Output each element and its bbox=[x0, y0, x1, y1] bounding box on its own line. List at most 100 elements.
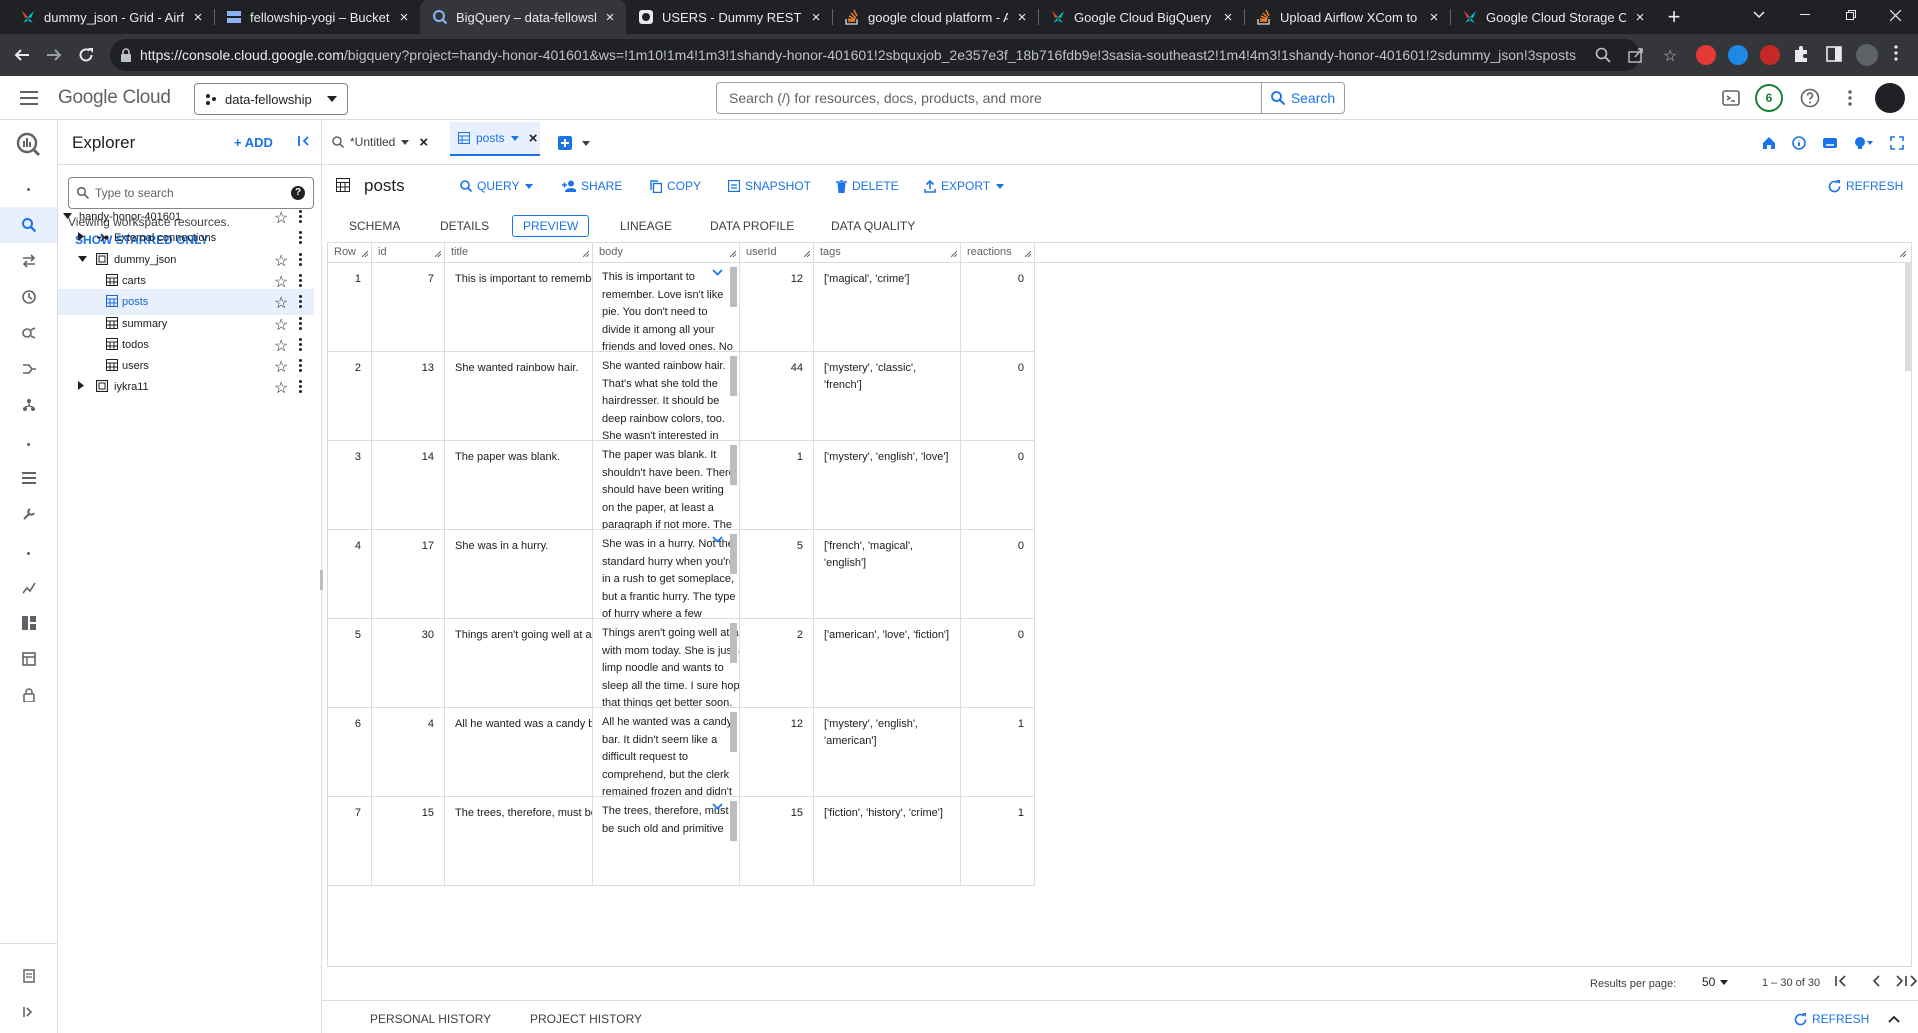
console-search-input[interactable]: Search (/) for resources, docs, products… bbox=[716, 82, 1262, 114]
chrome-menu-icon[interactable] bbox=[1894, 45, 1898, 61]
cell-body[interactable]: She was in a hurry. Not the standard hurr… bbox=[593, 530, 740, 619]
delete-button[interactable]: DELETE bbox=[836, 179, 899, 193]
column-resize-icon[interactable] bbox=[951, 251, 957, 257]
expand-chevron-icon[interactable] bbox=[712, 536, 723, 543]
rail-expand-icon[interactable] bbox=[17, 1000, 41, 1024]
column-resize-icon[interactable] bbox=[435, 251, 441, 257]
rail-search-icon[interactable] bbox=[0, 207, 57, 243]
cell-scrollbar[interactable] bbox=[730, 356, 737, 396]
bookmark-star-icon[interactable]: ☆ bbox=[1663, 46, 1677, 66]
hamburger-menu-icon[interactable] bbox=[20, 91, 38, 105]
restore-button[interactable] bbox=[1828, 0, 1874, 30]
extensions-puzzle-icon[interactable] bbox=[1792, 45, 1810, 63]
more-vert-icon[interactable] bbox=[298, 316, 302, 332]
more-vert-icon[interactable] bbox=[298, 358, 302, 374]
more-vert-icon[interactable] bbox=[298, 273, 302, 289]
more-vert-icon[interactable] bbox=[298, 337, 302, 353]
more-vert-icon[interactable] bbox=[298, 379, 302, 395]
cell-body[interactable]: She wanted rainbow hair. That's what she … bbox=[593, 352, 740, 441]
cell-body[interactable]: Things aren't going well at all with mom … bbox=[593, 619, 740, 708]
more-vert-icon[interactable] bbox=[298, 209, 302, 225]
extension-blue-icon[interactable] bbox=[1728, 45, 1748, 65]
column-header-userid[interactable]: userId bbox=[740, 243, 814, 263]
personal-history-tab[interactable]: PERSONAL HISTORY bbox=[370, 1012, 491, 1026]
caret-down-icon[interactable] bbox=[63, 213, 72, 219]
share-button[interactable]: SHARE bbox=[562, 179, 622, 193]
rail-dataform-icon[interactable] bbox=[17, 393, 41, 417]
expand-chevron-icon[interactable] bbox=[712, 269, 723, 276]
google-cloud-logo[interactable]: Google Cloud bbox=[58, 87, 171, 109]
share-icon[interactable] bbox=[1628, 47, 1644, 63]
info-icon[interactable] bbox=[1792, 136, 1806, 150]
subtab-lineage[interactable]: LINEAGE bbox=[620, 215, 672, 237]
first-page-icon[interactable] bbox=[1834, 974, 1848, 988]
rail-bi-engine-icon[interactable] bbox=[17, 647, 41, 671]
close-tab-icon[interactable]: × bbox=[602, 9, 618, 26]
column-header-reactions[interactable]: reactions bbox=[961, 243, 1035, 263]
rail-dataflow-icon[interactable] bbox=[17, 357, 41, 381]
collapse-history-icon[interactable] bbox=[1888, 1015, 1900, 1023]
results-per-page-select[interactable]: 50 bbox=[1702, 975, 1729, 989]
project-history-tab[interactable]: PROJECT HISTORY bbox=[530, 1012, 642, 1026]
last-page-icon-svg[interactable] bbox=[1894, 974, 1908, 988]
close-tab-icon[interactable]: × bbox=[396, 9, 412, 26]
close-tab-icon[interactable]: × bbox=[808, 9, 824, 26]
close-tab-icon[interactable]: × bbox=[1426, 9, 1442, 26]
forward-arrow-icon[interactable] bbox=[40, 41, 68, 69]
cell-scrollbar[interactable] bbox=[730, 267, 737, 307]
tree-node-dataset[interactable]: iykra11 ☆ bbox=[58, 374, 314, 400]
subtab-details[interactable]: DETAILS bbox=[440, 215, 489, 237]
cell-scrollbar[interactable] bbox=[730, 801, 737, 841]
keyboard-icon[interactable] bbox=[1822, 136, 1838, 150]
column-header-title[interactable]: title bbox=[445, 243, 593, 263]
close-tab-icon[interactable]: × bbox=[1632, 9, 1648, 26]
rail-transfers-icon[interactable] bbox=[17, 249, 41, 273]
profile-avatar[interactable] bbox=[1856, 44, 1878, 66]
rail-capacity-icon[interactable] bbox=[17, 611, 41, 635]
cell-scrollbar[interactable] bbox=[730, 623, 737, 663]
close-tab-icon[interactable]: × bbox=[1014, 9, 1030, 26]
cell-scrollbar[interactable] bbox=[730, 712, 737, 752]
more-vert-icon[interactable] bbox=[298, 252, 302, 268]
minimize-button[interactable] bbox=[1782, 0, 1828, 30]
browser-tab[interactable]: Google Cloud BigQuery C × bbox=[1038, 0, 1244, 34]
address-bar[interactable]: https://console.cloud.google.com/bigquer… bbox=[110, 39, 1677, 71]
caret-right-icon[interactable] bbox=[78, 381, 84, 391]
cell-scrollbar[interactable] bbox=[730, 445, 737, 485]
grid-resize-icon[interactable] bbox=[1900, 251, 1906, 257]
extension-red-icon[interactable] bbox=[1760, 45, 1780, 65]
snapshot-button[interactable]: SNAPSHOT bbox=[728, 179, 811, 193]
editor-tab-posts[interactable]: posts × bbox=[450, 122, 540, 156]
column-header-tags[interactable]: tags bbox=[814, 243, 961, 263]
query-button[interactable]: QUERY bbox=[460, 179, 534, 193]
settings-menu-icon[interactable] bbox=[1848, 90, 1852, 106]
rail-policy-lock-icon[interactable] bbox=[17, 683, 41, 707]
account-avatar[interactable] bbox=[1875, 83, 1905, 113]
new-menu-chevron-icon[interactable] bbox=[582, 141, 590, 146]
chevron-down-icon[interactable] bbox=[510, 135, 519, 141]
fullscreen-icon[interactable] bbox=[1890, 136, 1904, 150]
editor-tab-untitled[interactable]: *Untitled × bbox=[332, 128, 432, 156]
column-resize-icon[interactable] bbox=[583, 251, 589, 257]
column-header-body[interactable]: body bbox=[593, 243, 740, 263]
close-tab-icon[interactable]: × bbox=[1220, 9, 1236, 26]
back-arrow-icon[interactable] bbox=[8, 41, 36, 69]
subtab-data-profile[interactable]: DATA PROFILE bbox=[710, 215, 794, 237]
search-help-icon[interactable]: ? bbox=[291, 186, 305, 200]
bigquery-logo-icon[interactable] bbox=[14, 130, 42, 158]
browser-tab[interactable]: fellowship-yogi – Bucket d × bbox=[214, 0, 420, 34]
rail-scheduled-icon[interactable] bbox=[17, 285, 41, 309]
cell-scrollbar[interactable] bbox=[730, 534, 737, 574]
rail-wrench-icon[interactable] bbox=[17, 502, 41, 526]
column-resize-icon[interactable] bbox=[804, 251, 810, 257]
notifications-badge[interactable]: 6 bbox=[1755, 84, 1783, 112]
rail-analytics-hub-icon[interactable] bbox=[17, 321, 41, 345]
export-button[interactable]: EXPORT bbox=[924, 179, 1005, 193]
browser-tab[interactable]: google cloud platform - A × bbox=[832, 0, 1038, 34]
copy-button[interactable]: COPY bbox=[650, 179, 701, 193]
browser-tab[interactable]: Google Cloud Storage Op × bbox=[1450, 0, 1656, 34]
prev-page-icon[interactable] bbox=[1870, 974, 1884, 988]
column-resize-icon[interactable] bbox=[362, 251, 368, 257]
cell-body[interactable]: All he wanted was a candy bar. It didn't … bbox=[593, 708, 740, 797]
tab-search-chevron-icon[interactable] bbox=[1736, 0, 1782, 30]
